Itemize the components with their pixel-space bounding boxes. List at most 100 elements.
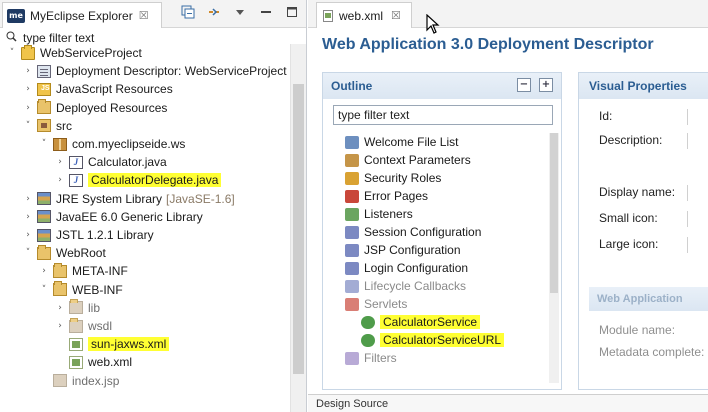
chevron-down-icon[interactable]: ˅	[38, 285, 50, 295]
tree-item[interactable]: › lib	[54, 299, 100, 317]
explorer-scrollbar[interactable]	[290, 44, 306, 412]
outline-item[interactable]: Login Configuration	[345, 259, 468, 277]
chevron-right-icon[interactable]: ›	[22, 230, 34, 240]
outline-item[interactable]: Security Roles	[345, 169, 441, 187]
outline-item[interactable]: Welcome File List	[345, 133, 458, 151]
close-icon[interactable]: ☒	[391, 9, 401, 22]
tree-item[interactable]: › JavaEE 6.0 Generic Library	[22, 208, 203, 226]
id-field[interactable]	[687, 109, 708, 125]
display-name-field[interactable]	[687, 185, 708, 201]
tree-item[interactable]: › JSTL 1.2.1 Library	[22, 226, 153, 244]
explorer-scrollbar-thumb[interactable]	[293, 84, 304, 374]
tab-web-xml[interactable]: web.xml ☒	[316, 2, 412, 28]
outline-item[interactable]: Context Parameters	[345, 151, 471, 169]
chevron-right-icon[interactable]: ›	[22, 194, 34, 204]
tree-item-label: src	[56, 118, 72, 133]
editor-bottom-tabs[interactable]: Design Source	[308, 394, 708, 412]
tree-item-label: sun-jaxws.xml	[88, 337, 170, 352]
minimize-icon[interactable]	[258, 4, 274, 20]
small-icon-field[interactable]	[687, 211, 708, 227]
chevron-right-icon[interactable]: ›	[22, 212, 34, 222]
outline-item[interactable]: Filters	[345, 349, 397, 367]
collapse-all-icon[interactable]	[180, 4, 196, 20]
expand-icon[interactable]: +	[539, 78, 553, 92]
outline-node-icon	[345, 279, 359, 293]
description-field[interactable]	[687, 133, 708, 149]
tree-item-label: com.myeclipseide.ws	[72, 137, 186, 151]
library-icon	[37, 228, 51, 242]
tree-item[interactable]: sun-jaxws.xml	[54, 335, 170, 353]
chevron-right-icon[interactable]: ›	[38, 266, 50, 276]
outline-item[interactable]: Lifecycle Callbacks	[345, 277, 466, 295]
tree-item[interactable]: ˅ com.myeclipseide.ws	[38, 135, 186, 153]
outline-item[interactable]: CalculatorService	[361, 313, 481, 331]
xml-file-icon	[69, 337, 83, 351]
explorer-title: MyEclipse Explorer	[30, 8, 133, 23]
java-file-icon: J	[69, 173, 83, 187]
source-folder-icon	[37, 119, 51, 133]
view-menu-icon[interactable]	[232, 4, 248, 20]
outline-item[interactable]: Listeners	[345, 205, 413, 223]
chevron-right-icon[interactable]: ›	[54, 321, 66, 331]
explorer-filter-text: type filter text	[23, 31, 95, 45]
chevron-right-icon[interactable]: ›	[54, 157, 66, 167]
outline-item-label: Context Parameters	[364, 153, 471, 167]
outline-node-icon	[345, 261, 359, 275]
outline-filter-input[interactable]	[333, 105, 553, 125]
explorer-tab[interactable]: me MyEclipse Explorer ☒	[2, 2, 162, 28]
outline-node-icon	[345, 207, 359, 221]
design-source-tabs[interactable]: Design Source	[316, 398, 388, 410]
outline-node-icon	[345, 189, 359, 203]
link-with-editor-icon[interactable]	[206, 4, 222, 20]
chevron-down-icon[interactable]: ˅	[22, 121, 34, 131]
outline-item[interactable]: Error Pages	[345, 187, 428, 205]
deployment-descriptor-icon	[37, 64, 51, 78]
chevron-right-icon[interactable]: ›	[22, 66, 34, 76]
tree-item-label: META-INF	[72, 264, 128, 279]
tree-item[interactable]: ˅ WebRoot	[22, 244, 106, 262]
chevron-right-icon[interactable]: ›	[22, 84, 34, 94]
tree-item[interactable]: › Deployed Resources	[22, 99, 167, 117]
outline-item[interactable]: JSP Configuration	[345, 241, 461, 259]
tree-item[interactable]: index.jsp	[38, 372, 119, 390]
outline-scrollbar[interactable]	[549, 133, 559, 383]
tree-item[interactable]: › J Calculator.java	[54, 153, 167, 171]
outline-item[interactable]: Servlets	[345, 295, 407, 313]
chevron-down-icon[interactable]: ˅	[22, 248, 34, 258]
tree-item-label: JavaEE 6.0 Generic Library	[56, 209, 203, 224]
chevron-right-icon[interactable]: ›	[54, 303, 66, 313]
tree-item[interactable]: ˅ WebServiceProject	[6, 44, 142, 62]
outline-item[interactable]: Session Configuration	[345, 223, 481, 241]
tree-item[interactable]: › JRE System Library [JavaSE-1.6]	[22, 190, 235, 208]
outline-item[interactable]: CalculatorServiceURL	[361, 331, 505, 349]
javascript-folder-icon	[37, 82, 51, 96]
large-icon-label: Large icon:	[599, 237, 659, 251]
tree-item[interactable]: › JavaScript Resources	[22, 80, 173, 98]
chevron-down-icon[interactable]: ˅	[38, 139, 50, 149]
large-icon-field[interactable]	[687, 237, 708, 253]
tree-item-label: WebServiceProject	[40, 46, 142, 60]
outline-scrollbar-thumb[interactable]	[550, 133, 558, 293]
tree-item[interactable]: web.xml	[54, 353, 132, 371]
library-icon	[37, 210, 51, 224]
chevron-down-icon[interactable]: ˅	[6, 48, 18, 58]
editor-tab-bar: web.xml ☒	[308, 0, 708, 34]
xml-file-icon	[323, 9, 335, 22]
tree-item[interactable]: › J CalculatorDelegate.java	[54, 171, 222, 189]
outline-header: Outline − +	[323, 73, 561, 99]
tree-item-label: CalculatorDelegate.java	[88, 173, 222, 188]
outline-item-label: CalculatorService	[380, 315, 481, 329]
chevron-right-icon[interactable]: ›	[54, 175, 66, 185]
close-icon[interactable]: ☒	[139, 9, 149, 22]
tree-item[interactable]: ˅ WEB-INF	[38, 281, 123, 299]
id-label: Id:	[599, 109, 613, 123]
maximize-icon[interactable]	[284, 4, 300, 20]
tree-item[interactable]: › META-INF	[38, 262, 128, 280]
servlet-icon	[361, 315, 375, 329]
tree-item[interactable]: › wsdl	[54, 317, 112, 335]
tree-item-label: JavaScript Resources	[56, 82, 173, 97]
tree-item[interactable]: › Deployment Descriptor: WebServiceProjec…	[22, 62, 286, 80]
tree-item[interactable]: ˅ src	[22, 117, 72, 135]
chevron-right-icon[interactable]: ›	[22, 103, 34, 113]
collapse-icon[interactable]: −	[517, 78, 531, 92]
